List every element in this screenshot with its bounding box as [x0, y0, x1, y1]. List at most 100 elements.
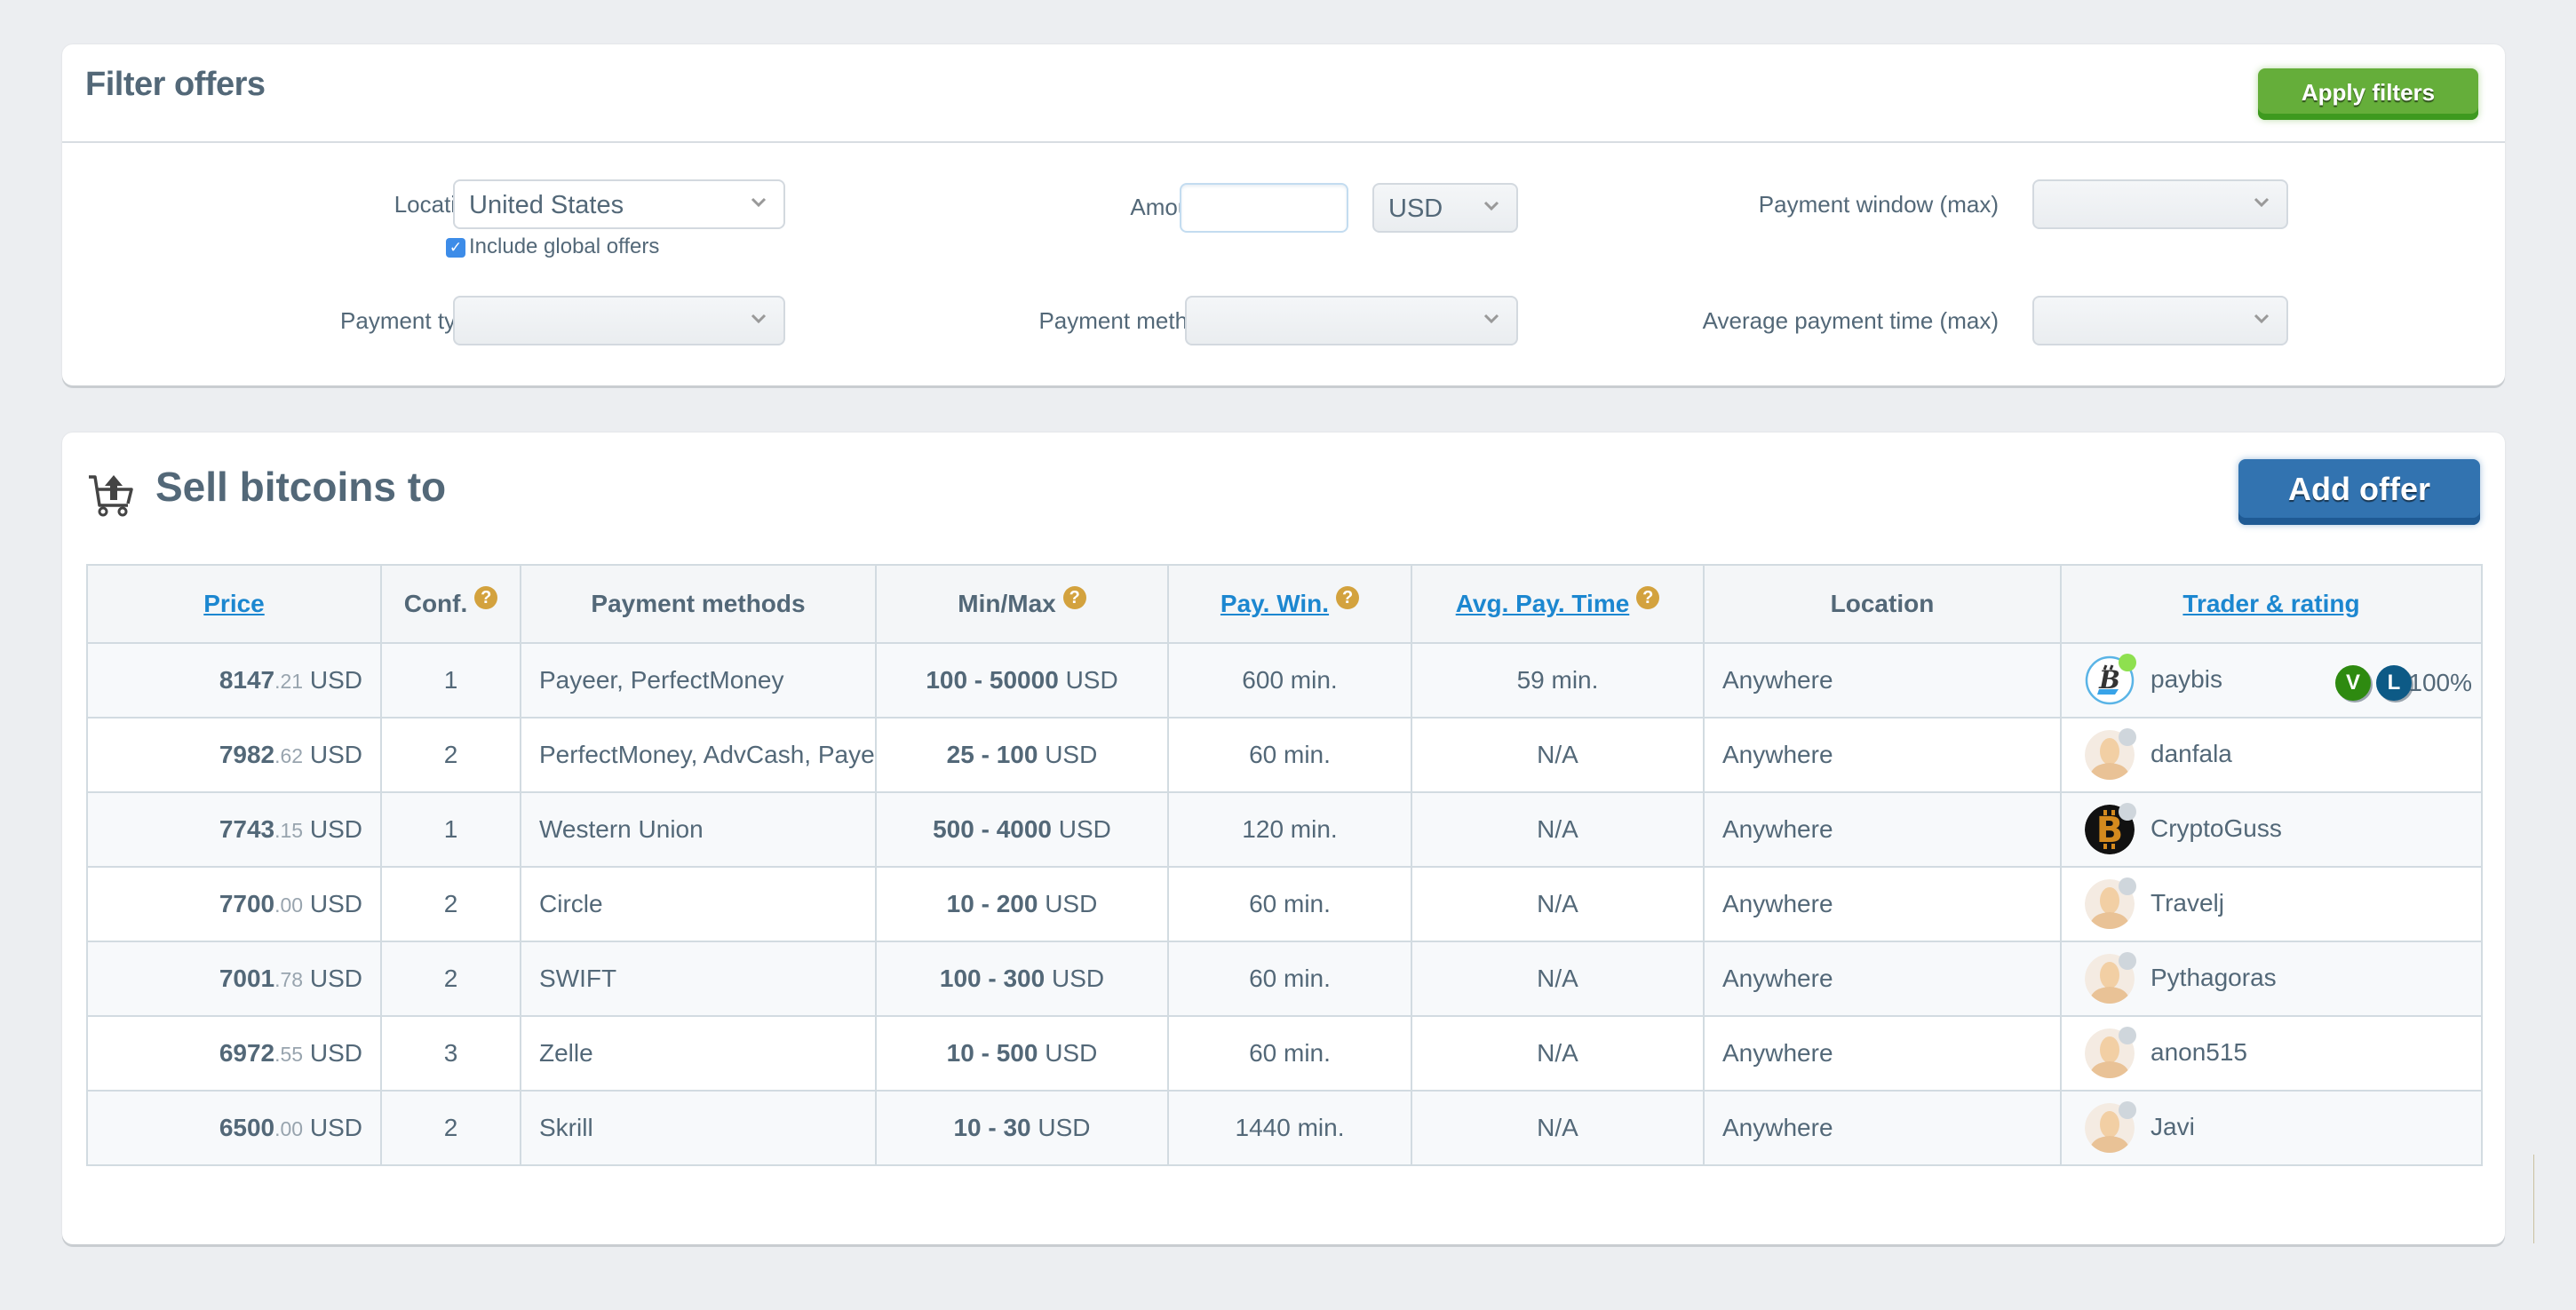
include-global-checkbox[interactable]: ✓: [446, 238, 465, 258]
price-currency: USD: [309, 666, 362, 694]
offline-status-icon: [2119, 1101, 2136, 1119]
trader-name-link[interactable]: paybis: [2151, 665, 2222, 694]
trader-name-link[interactable]: danfala: [2151, 740, 2232, 768]
col-avg-pay-time[interactable]: Avg. Pay. Time?: [1411, 564, 1705, 644]
trader-cell[interactable]: B CryptoGuss: [2060, 791, 2483, 868]
trader-rating: 100%: [2408, 669, 2472, 696]
location-cell: Anywhere: [1703, 791, 2062, 868]
payment-window-select[interactable]: [2032, 179, 2288, 229]
payment-window-label: Payment window (max): [1758, 191, 1999, 218]
sort-avg-pay-time-link[interactable]: Avg. Pay. Time: [1456, 590, 1630, 617]
min-max-cell: 500 - 4000 USD: [875, 791, 1169, 868]
table-row[interactable]: 7001.78 USD 2 SWIFT 100 - 300 USD 60 min…: [86, 941, 2483, 1017]
table-row[interactable]: 7743.15 USD 1 Western Union 500 - 4000 U…: [86, 791, 2483, 868]
help-icon[interactable]: ?: [1336, 586, 1360, 609]
col-price[interactable]: Price: [86, 564, 382, 644]
trader-cell[interactable]: Bpaybis V L 100%: [2060, 642, 2483, 719]
offline-status-icon: [2119, 728, 2136, 746]
include-global-label: Include global offers: [469, 234, 660, 258]
price-integer: 6500: [219, 1114, 275, 1141]
col-trader[interactable]: Trader & rating: [2060, 564, 2483, 644]
min-max-cell: 25 - 100 USD: [875, 717, 1169, 793]
payment-methods-cell: Zelle: [520, 1015, 877, 1092]
payment-methods-cell: Western Union: [520, 791, 877, 868]
payment-method-select[interactable]: [1185, 296, 1518, 345]
price-integer: 7982: [219, 741, 275, 768]
sort-trader-link[interactable]: Trader & rating: [2182, 590, 2359, 617]
payment-methods-cell: Payeer, PerfectMoney: [520, 642, 877, 719]
location-select[interactable]: United States: [453, 179, 785, 229]
sort-pay-win-link[interactable]: Pay. Win.: [1220, 590, 1329, 617]
sort-price-link[interactable]: Price: [203, 590, 265, 617]
chevron-down-icon: [1483, 201, 1499, 211]
location-cell: Anywhere: [1703, 1015, 2062, 1092]
min-max-range: 500 - 4000: [933, 815, 1052, 843]
currency-select[interactable]: USD: [1372, 183, 1518, 233]
trader-cell[interactable]: danfala: [2060, 717, 2483, 793]
pay-win-cell: 60 min.: [1167, 866, 1412, 942]
payment-type-select[interactable]: [453, 296, 785, 345]
table-header-row: Price Conf.? Payment methods Min/Max? Pa…: [86, 564, 2483, 644]
col-pay-win[interactable]: Pay. Win.?: [1167, 564, 1412, 644]
min-max-cell: 100 - 300 USD: [875, 941, 1169, 1017]
col-location-label: Location: [1830, 590, 1935, 617]
sell-bitcoins-panel: Sell bitcoins to Add offer Price Conf.? …: [62, 433, 2505, 1244]
col-payment-methods-label: Payment methods: [591, 590, 806, 617]
table-row[interactable]: 8147.21 USD 1 Payeer, PerfectMoney 100 -…: [86, 642, 2483, 719]
trader-name-link[interactable]: Travelj: [2151, 889, 2224, 917]
price-integer: 8147: [219, 666, 275, 694]
price-cell: 8147.21 USD: [86, 642, 382, 719]
price-integer: 6972: [219, 1039, 275, 1067]
chevron-down-icon: [2254, 314, 2270, 324]
avg-pay-time-cell: 59 min.: [1411, 642, 1705, 719]
avg-payment-time-select[interactable]: [2032, 296, 2288, 345]
table-row[interactable]: 6972.55 USD 3 Zelle 10 - 500 USD 60 min.…: [86, 1015, 2483, 1092]
col-min-max: Min/Max?: [875, 564, 1169, 644]
help-icon[interactable]: ?: [1062, 586, 1086, 609]
offline-status-icon: [2119, 803, 2136, 821]
divider: [62, 141, 2505, 143]
table-row[interactable]: 7982.62 USD 2 PerfectMoney, AdvCash, Pay…: [86, 717, 2483, 793]
badge-l-icon: L: [2376, 665, 2412, 701]
amount-input[interactable]: [1180, 183, 1348, 233]
help-icon[interactable]: ?: [474, 586, 498, 609]
offline-status-icon: [2119, 1027, 2136, 1044]
min-max-cell: 10 - 30 USD: [875, 1090, 1169, 1166]
trader-name-link[interactable]: anon515: [2151, 1038, 2247, 1067]
apply-filters-button[interactable]: Apply filters: [2258, 68, 2478, 120]
price-currency: USD: [309, 965, 362, 992]
min-max-currency: USD: [1045, 741, 1098, 768]
col-conf-label: Conf.: [403, 590, 468, 617]
trader-cell[interactable]: Pythagoras: [2060, 941, 2483, 1017]
payment-methods-cell: SWIFT: [520, 941, 877, 1017]
trader-name-link[interactable]: CryptoGuss: [2151, 814, 2282, 843]
trader-cell[interactable]: anon515: [2060, 1015, 2483, 1092]
min-max-range: 100 - 300: [939, 965, 1046, 992]
add-offer-button[interactable]: Add offer: [2238, 459, 2480, 525]
help-icon[interactable]: ?: [1636, 586, 1660, 609]
price-decimal: .21: [274, 670, 304, 693]
trader-name-link[interactable]: Javi: [2151, 1113, 2195, 1141]
trader-name-link[interactable]: Pythagoras: [2151, 964, 2277, 992]
confirmations-cell: 2: [380, 866, 521, 942]
table-row[interactable]: 6500.00 USD 2 Skrill 10 - 30 USD 1440 mi…: [86, 1090, 2483, 1166]
pay-win-cell: 600 min.: [1167, 642, 1412, 719]
trader-cell[interactable]: Travelj: [2060, 866, 2483, 942]
min-max-cell: 100 - 50000 USD: [875, 642, 1169, 719]
price-decimal: .55: [274, 1043, 304, 1066]
table-row[interactable]: 7700.00 USD 2 Circle 10 - 200 USD 60 min…: [86, 866, 2483, 942]
price-cell: 7982.62 USD: [86, 717, 382, 793]
price-cell: 6500.00 USD: [86, 1090, 382, 1166]
col-location: Location: [1703, 564, 2062, 644]
price-decimal: .00: [274, 893, 304, 917]
avg-pay-time-cell: N/A: [1411, 1015, 1705, 1092]
min-max-cell: 10 - 200 USD: [875, 866, 1169, 942]
price-cell: 7700.00 USD: [86, 866, 382, 942]
min-max-currency: USD: [1065, 666, 1118, 694]
price-cell: 7001.78 USD: [86, 941, 382, 1017]
trader-cell[interactable]: Javi: [2060, 1090, 2483, 1166]
filter-offers-panel: Filter offers Apply filters Location Uni…: [62, 44, 2505, 385]
price-integer: 7700: [219, 890, 275, 917]
avg-pay-time-cell: N/A: [1411, 941, 1705, 1017]
avg-pay-time-cell: N/A: [1411, 1090, 1705, 1166]
